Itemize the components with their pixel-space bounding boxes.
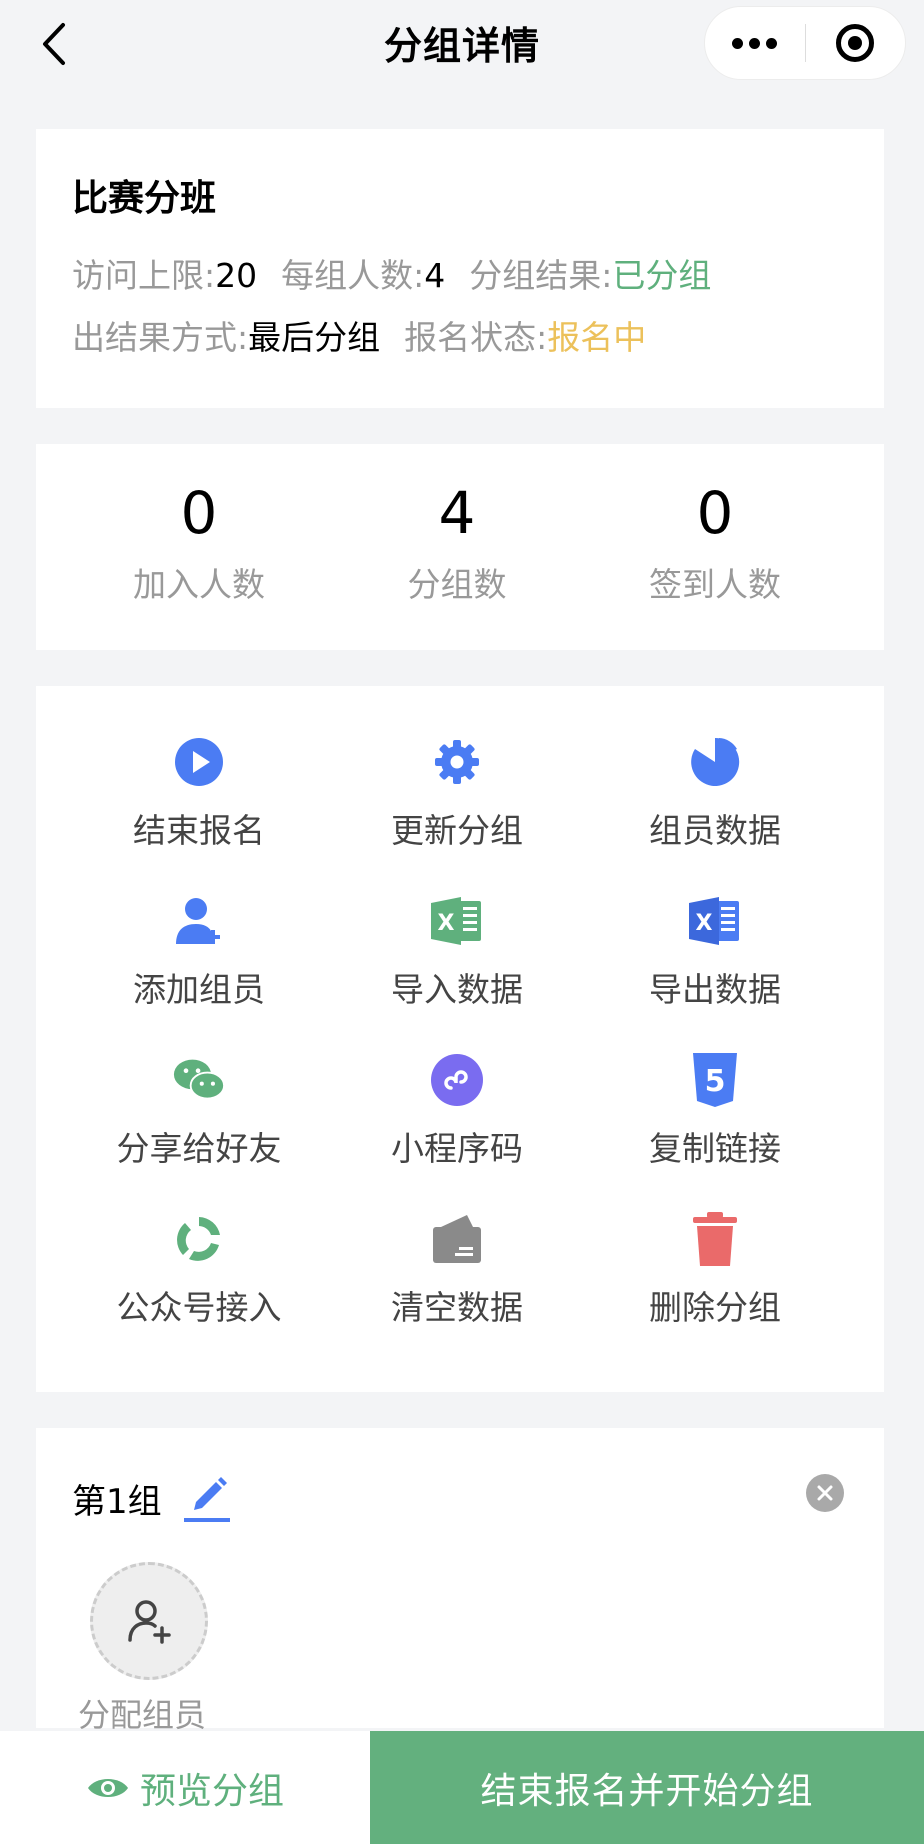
preview-groups-button[interactable]: 预览分组 [0,1731,370,1844]
trash-icon [689,1212,741,1266]
action-label: 小程序码 [391,1129,523,1168]
result-label: 分组结果: [469,256,613,295]
visit-limit-value: 20 [215,256,258,295]
info-row-2: 出结果方式:最后分组 报名状态:报名中 [72,307,884,369]
excel-icon: X [689,895,741,947]
import-data-button[interactable]: X 导入数据 [328,895,586,1054]
end-signup-button[interactable]: 结束报名 [70,736,328,895]
stat-value: 0 [180,479,218,547]
close-icon [817,1485,833,1501]
delete-group-button[interactable]: 删除分组 [586,1212,844,1372]
action-label: 分享给好友 [116,1129,282,1168]
more-button[interactable] [705,6,805,80]
play-icon [173,736,225,788]
info-row-1: 访问上限:20 每组人数:4 分组结果:已分组 [72,245,884,307]
signup-status-value: 报名中 [547,318,647,357]
assign-member-button[interactable] [90,1562,208,1680]
update-groups-button[interactable]: 更新分组 [328,736,586,895]
group-card: 第1组 分配组员 [36,1428,884,1734]
add-user-outline-icon [128,1600,171,1644]
stat-value: 0 [696,479,734,547]
pencil-icon [183,1477,230,1522]
html5-icon: 5 [689,1053,741,1107]
stat-checked-in: 0 签到人数 [586,444,844,650]
official-account-button[interactable]: 公众号接入 [70,1213,328,1372]
action-label: 公众号接入 [116,1288,282,1327]
wallet-icon [431,1213,483,1265]
method-value: 最后分组 [248,318,381,357]
action-label: 结束报名 [133,811,265,850]
close-mini-program-button[interactable] [806,6,906,80]
bottom-action-bar: 预览分组 结束报名并开始分组 [0,1731,924,1844]
target-circle-icon [836,24,875,62]
pie-chart-icon [689,736,741,788]
action-label: 复制链接 [649,1129,781,1168]
back-button[interactable] [34,18,74,70]
action-label: 添加组员 [133,970,265,1009]
group-title: 第1组 [72,1481,162,1522]
action-label: 更新分组 [391,811,523,850]
nav-bar: 分组详情 [0,0,924,96]
stat-label: 分组数 [407,565,507,604]
activity-name: 比赛分班 [72,178,217,219]
chevron-left-icon [43,23,65,65]
per-group-value: 4 [424,256,446,295]
method-label: 出结果方式: [72,318,249,357]
action-label: 导出数据 [649,970,781,1009]
stat-joined: 0 加入人数 [70,444,328,650]
export-data-button[interactable]: X 导出数据 [586,895,844,1054]
signup-status-label: 报名状态: [404,318,548,357]
action-label: 导入数据 [391,970,523,1009]
mini-program-capsule [704,6,906,80]
add-member-button[interactable]: 添加组员 [70,895,328,1054]
stat-value: 4 [438,479,476,547]
eye-icon [87,1778,128,1797]
clear-data-button[interactable]: 清空数据 [328,1213,586,1372]
action-label: 清空数据 [391,1288,523,1327]
copy-link-button[interactable]: 5 复制链接 [586,1053,844,1213]
action-label: 组员数据 [649,811,781,850]
recycle-icon [173,1213,225,1265]
stat-label: 加入人数 [133,565,265,604]
stats-card: 0 加入人数 4 分组数 0 签到人数 [36,444,884,650]
visit-limit-label: 访问上限: [72,256,216,295]
action-label: 删除分组 [649,1288,781,1327]
page-title: 分组详情 [383,23,540,68]
actions-card: 结束报名 更新分组 组员数据 添加组员 X 导入数据 X 导出数据 分享给好友 … [36,686,884,1392]
group-info-card: 比赛分班 访问上限:20 每组人数:4 分组结果:已分组 出结果方式:最后分组 报名状… [36,129,884,408]
gear-icon [431,736,483,788]
stat-label: 签到人数 [649,565,781,604]
excel-icon: X [431,895,483,947]
svg-text:5: 5 [705,1064,726,1099]
mini-program-icon [431,1054,483,1106]
preview-label: 预览分组 [139,1770,284,1812]
stat-groups: 4 分组数 [328,444,586,650]
end-signup-start-grouping-button[interactable]: 结束报名并开始分组 [370,1731,924,1844]
per-group-label: 每组人数: [281,256,425,295]
result-value: 已分组 [612,256,712,295]
more-dots-icon [732,37,778,49]
svg-text:X: X [438,911,455,936]
svg-text:X: X [696,911,713,936]
mini-program-code-button[interactable]: 小程序码 [328,1054,586,1213]
share-to-friend-button[interactable]: 分享给好友 [70,1054,328,1213]
add-user-icon [173,895,225,947]
wechat-icon [173,1054,225,1106]
edit-group-name-button[interactable] [182,1472,232,1524]
member-data-button[interactable]: 组员数据 [586,736,844,895]
assign-member-label: 分配组员 [78,1696,207,1734]
remove-group-button[interactable] [806,1474,844,1512]
